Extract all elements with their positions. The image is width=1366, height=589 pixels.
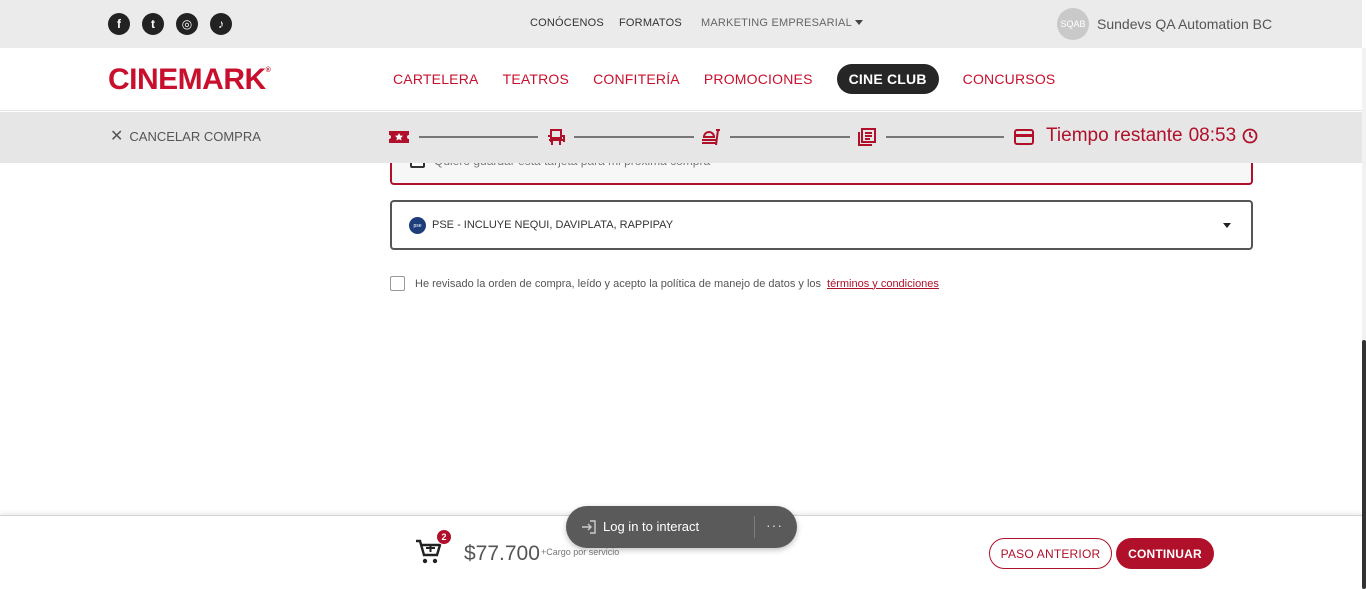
food-icon [700, 126, 722, 148]
progress-bar-overlay: ✕ CANCELAR COMPRA Tiempo restante 08:53 [0, 112, 1362, 163]
card-icon [1013, 126, 1035, 148]
timer-value: 08:53 [1188, 125, 1237, 146]
twitter-icon[interactable]: t [142, 13, 164, 35]
step-connector [886, 136, 1004, 138]
scrollbar-thumb[interactable] [1362, 340, 1366, 589]
step-connector [730, 136, 850, 138]
tiktok-icon[interactable]: ♪ [210, 13, 232, 35]
timer-label: Tiempo restante [1046, 125, 1183, 146]
top-link-formatos[interactable]: FORMATOS [619, 17, 682, 29]
terms-link[interactable]: términos y condiciones [827, 278, 939, 290]
terms-checkbox[interactable] [390, 276, 405, 291]
nav-item-cine-club[interactable]: CINE CLUB [836, 64, 939, 94]
login-to-interact-label: Log in to interact [603, 519, 700, 534]
purchase-steps [388, 126, 1008, 148]
top-utility-bar: f t ◎ ♪ CONÓCENOS FORMATOS MARKETING EMP… [0, 0, 1362, 48]
logo-registered-mark: ® [265, 67, 271, 74]
facebook-icon[interactable]: f [108, 13, 130, 35]
nav-item-teatros[interactable]: TEATROS [491, 64, 581, 94]
nav-item-confiteria[interactable]: CONFITERÍA [581, 64, 692, 94]
time-remaining: Tiempo restante 08:53 [1046, 125, 1258, 147]
user-menu[interactable]: SQAB Sundevs QA Automation BC [1057, 8, 1272, 40]
clock-icon [1242, 128, 1258, 144]
nav-item-cartelera[interactable]: CARTELERA [381, 64, 491, 94]
service-fee-note: +Cargo por servicio [541, 547, 620, 557]
close-icon: ✕ [110, 128, 124, 145]
instagram-icon[interactable]: ◎ [176, 13, 198, 35]
nav-links: CARTELERA TEATROS CONFITERÍA PROMOCIONES… [381, 64, 1067, 94]
payment-method-value: PSE - INCLUYE NEQUI, DAVIPLATA, RAPPIPAY [432, 219, 674, 231]
summary-icon [856, 126, 878, 148]
step-connector [574, 136, 694, 138]
terms-row: He revisado la orden de compra, leído y … [390, 276, 939, 291]
overlay-divider [754, 516, 755, 538]
top-link-marketing[interactable]: MARKETING EMPRESARIAL [701, 17, 863, 29]
top-link-conocenos[interactable]: CONÓCENOS [530, 17, 604, 29]
payment-method-select[interactable]: pse PSE - INCLUYE NEQUI, DAVIPLATA, RAPP… [390, 200, 1253, 250]
cancel-purchase-button[interactable]: ✕ CANCELAR COMPRA [110, 128, 261, 145]
terms-text: He revisado la orden de compra, leído y … [415, 277, 822, 290]
social-links: f t ◎ ♪ [108, 13, 232, 35]
more-options-icon[interactable]: ··· [766, 517, 783, 533]
login-to-interact-toast[interactable]: Log in to interact ··· [566, 506, 797, 548]
chevron-down-icon [1223, 223, 1231, 228]
avatar: SQAB [1057, 8, 1089, 40]
step-connector [419, 136, 538, 138]
cart-count-badge: 2 [436, 529, 452, 545]
top-link-marketing-label: MARKETING EMPRESARIAL [701, 17, 852, 29]
nav-item-concursos[interactable]: CONCURSOS [951, 64, 1068, 94]
continue-button[interactable]: CONTINUAR [1116, 538, 1214, 569]
chevron-down-icon [854, 20, 863, 25]
pse-logo: pse [409, 217, 426, 234]
cancel-purchase-label: CANCELAR COMPRA [129, 129, 261, 144]
seat-icon [545, 126, 567, 148]
previous-step-button[interactable]: PASO ANTERIOR [989, 538, 1112, 569]
cinemark-logo[interactable]: CINEMARK® [108, 63, 271, 97]
user-name: Sundevs QA Automation BC [1097, 16, 1273, 32]
ticket-icon [388, 126, 410, 148]
nav-item-promociones[interactable]: PROMOCIONES [692, 64, 825, 94]
logo-text: CINEMARK [108, 63, 266, 96]
login-icon [582, 520, 596, 534]
total-price: $77.700 [464, 542, 540, 565]
main-navigation: CINEMARK® CARTELERA TEATROS CONFITERÍA P… [0, 48, 1362, 111]
